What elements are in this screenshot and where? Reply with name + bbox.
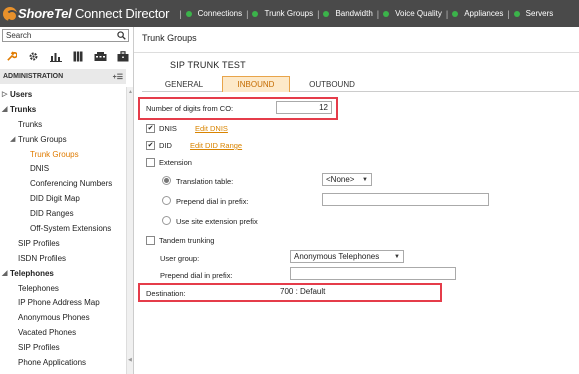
tree-item-trunks[interactable]: ◢ Trunks xyxy=(0,102,126,117)
digits-field[interactable]: 12 xyxy=(276,101,332,114)
tab-bar: GENERAL INBOUND OUTBOUND xyxy=(142,76,579,92)
divider xyxy=(134,52,579,53)
prepend-prefix-2-field[interactable] xyxy=(290,267,456,280)
user-group-label: User group: xyxy=(160,254,200,263)
phone-system-icon[interactable] xyxy=(94,49,108,63)
tree-item-trunks-sub[interactable]: Trunks xyxy=(0,117,126,132)
checkmark-icon: ✔ xyxy=(147,142,154,149)
prepend-prefix-label: Prepend dial in prefix: xyxy=(176,197,249,206)
shoretel-logo-icon xyxy=(3,6,18,22)
prepend-prefix-radio[interactable] xyxy=(162,196,171,205)
nav-trunk-groups[interactable]: Trunk Groups xyxy=(252,9,313,18)
trunk-name: SIP TRUNK TEST xyxy=(170,60,246,70)
translation-table-radio[interactable] xyxy=(162,176,171,185)
scroll-up-icon[interactable]: ▲ xyxy=(128,89,133,95)
tandem-trunking-label: Tandem trunking xyxy=(159,236,215,245)
did-checkbox[interactable]: ✔ xyxy=(146,141,155,150)
user-group-select[interactable]: Anonymous Telephones ▼ xyxy=(290,250,404,263)
wrench-icon[interactable] xyxy=(4,49,18,63)
tab-inbound[interactable]: INBOUND xyxy=(222,76,290,92)
dnis-label: DNIS xyxy=(159,124,177,133)
logo-product: Connect Director xyxy=(74,6,170,21)
tree-item-conferencing-numbers[interactable]: Conferencing Numbers xyxy=(0,176,126,191)
server-icon[interactable] xyxy=(71,49,85,63)
admin-tree: ▷ Users ◢ Trunks Trunks ◢ Trunk Groups Trun… xyxy=(0,87,126,370)
top-nav: | Connections | Trunk Groups | Bandwidth… xyxy=(179,8,554,19)
chart-icon[interactable] xyxy=(49,49,63,63)
settings-menu-icon[interactable]: +☰ xyxy=(113,73,123,81)
sidebar: Search ADMINISTRATION +☰ ▷ Users ◢ Trunks … xyxy=(0,27,134,374)
edit-did-range-link[interactable]: Edit DID Range xyxy=(190,141,242,150)
translation-table-label: Translation table: xyxy=(176,177,234,186)
tree-item-telephones[interactable]: ◢ Telephones xyxy=(0,266,126,281)
expand-down-icon: ◢ xyxy=(10,136,16,144)
chevron-down-icon: ▼ xyxy=(362,176,368,183)
expand-down-icon: ◢ xyxy=(2,270,8,278)
destination-label: Destination: xyxy=(146,289,186,298)
tree-item-off-system-extensions[interactable]: Off-System Extensions xyxy=(0,221,126,236)
briefcase-icon[interactable] xyxy=(116,49,130,63)
sidebar-scrollbar[interactable]: ▲ ◀ xyxy=(126,87,133,374)
status-dot-icon xyxy=(323,10,330,17)
tree-item-vacated-phones[interactable]: Vacated Phones xyxy=(0,325,126,340)
tree-item-trunk-groups[interactable]: ◢ Trunk Groups xyxy=(0,132,126,147)
chevron-down-icon: ▼ xyxy=(394,253,400,260)
edit-dnis-link[interactable]: Edit DNIS xyxy=(195,124,228,133)
use-site-prefix-label: Use site extension prefix xyxy=(176,217,258,226)
tree-item-dnis[interactable]: DNIS xyxy=(0,161,126,176)
tree-item-ip-phone-address-map[interactable]: IP Phone Address Map xyxy=(0,295,126,310)
status-dot-icon xyxy=(252,10,259,17)
tree-item-anonymous-phones[interactable]: Anonymous Phones xyxy=(0,310,126,325)
translation-table-select[interactable]: <None> ▼ xyxy=(322,173,372,186)
tree-item-trunk-groups-selected[interactable]: Trunk Groups xyxy=(0,147,126,162)
expand-right-icon: ▷ xyxy=(2,91,8,99)
expand-down-icon: ◢ xyxy=(2,106,8,114)
status-dot-icon xyxy=(383,10,390,17)
status-dot-icon xyxy=(452,10,459,17)
page-title: Trunk Groups xyxy=(142,33,197,43)
did-label: DID xyxy=(159,141,172,150)
tree-item-did-ranges[interactable]: DID Ranges xyxy=(0,206,126,221)
checkmark-icon: ✔ xyxy=(147,125,154,132)
tree-item-sip-profiles[interactable]: SIP Profiles xyxy=(0,236,126,251)
tree-item-isdn-profiles[interactable]: ISDN Profiles xyxy=(0,251,126,266)
extension-checkbox[interactable] xyxy=(146,158,155,167)
top-bar: ShoreTel Connect Director | Connections … xyxy=(0,0,579,27)
prepend-prefix-field[interactable] xyxy=(322,193,489,206)
tree-item-telephones-sub[interactable]: Telephones xyxy=(0,281,126,296)
administration-header: ADMINISTRATION +☰ xyxy=(0,69,126,84)
logo-brand: ShoreTel xyxy=(18,6,72,21)
status-dot-icon xyxy=(185,10,192,17)
app-logo[interactable]: ShoreTel Connect Director xyxy=(0,0,170,27)
nav-bandwidth[interactable]: Bandwidth xyxy=(323,9,373,18)
extension-label: Extension xyxy=(159,158,192,167)
tree-item-users[interactable]: ▷ Users xyxy=(0,87,126,102)
tandem-trunking-checkbox[interactable] xyxy=(146,236,155,245)
tree-item-did-digit-map[interactable]: DID Digit Map xyxy=(0,191,126,206)
nav-connections[interactable]: Connections xyxy=(185,9,242,18)
status-dot-icon xyxy=(513,10,520,17)
dnis-checkbox[interactable]: ✔ xyxy=(146,124,155,133)
tree-item-phone-applications[interactable]: Phone Applications xyxy=(0,355,126,370)
search-input[interactable]: Search xyxy=(2,29,129,42)
sidebar-toolbar xyxy=(2,48,132,64)
destination-value[interactable]: 700 : Default xyxy=(280,287,325,296)
use-site-prefix-radio[interactable] xyxy=(162,216,171,225)
digits-label: Number of digits from CO: xyxy=(146,104,234,113)
nav-appliances[interactable]: Appliances xyxy=(452,9,503,18)
search-icon[interactable] xyxy=(115,30,128,41)
scroll-left-icon[interactable]: ◀ xyxy=(128,357,133,363)
tab-general[interactable]: GENERAL xyxy=(154,76,214,92)
tab-outbound[interactable]: OUTBOUND xyxy=(298,76,366,92)
main-panel: Trunk Groups SIP TRUNK TEST GENERAL INBO… xyxy=(134,27,579,374)
prepend-prefix-2-label: Prepend dial in prefix: xyxy=(160,271,233,280)
nav-voice-quality[interactable]: Voice Quality xyxy=(383,9,442,18)
gear-icon[interactable] xyxy=(26,49,40,63)
nav-servers[interactable]: Servers xyxy=(513,9,553,18)
tree-item-sip-profiles-phones[interactable]: SIP Profiles xyxy=(0,340,126,355)
